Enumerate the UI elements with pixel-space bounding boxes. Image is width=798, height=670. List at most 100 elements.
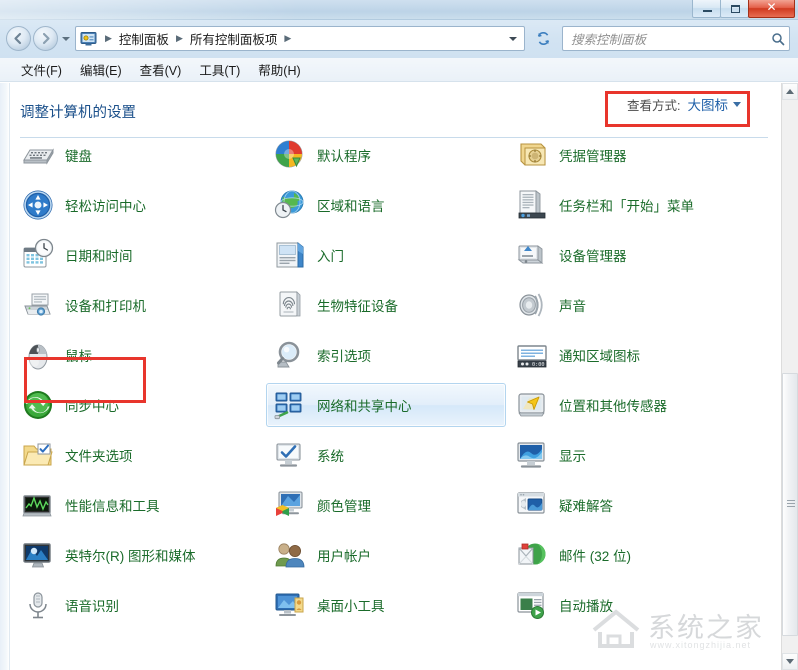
control-panel-item-label: 位置和其他传感器: [559, 399, 667, 414]
control-panel-item-label: 疑难解答: [559, 499, 613, 514]
control-panel-item[interactable]: 0:00 通知区域图标: [508, 333, 768, 377]
control-panel-item[interactable]: 颜色管理: [266, 483, 506, 527]
control-panel-item[interactable]: 自动播放: [508, 583, 768, 627]
control-panel-item[interactable]: 索引选项: [266, 333, 506, 377]
control-panel-item[interactable]: 鼠标: [14, 333, 254, 377]
scroll-up-button[interactable]: [782, 83, 798, 100]
control-panel-item[interactable]: 设备和打印机: [14, 283, 254, 327]
control-panel-item-label: 索引选项: [317, 349, 371, 364]
menu-tools[interactable]: 工具(T): [190, 58, 249, 81]
page-title: 调整计算机的设置: [20, 105, 136, 121]
control-panel-item[interactable]: 网络和共享中心: [266, 383, 506, 427]
control-panel-item-label: 日期和时间: [65, 249, 133, 264]
search-input[interactable]: 搜索控制面板: [571, 29, 771, 48]
autoplay-icon: [515, 588, 549, 622]
menu-edit[interactable]: 编辑(E): [71, 58, 131, 81]
control-panel-item[interactable]: 日期和时间: [14, 233, 254, 277]
breadcrumb-control-panel[interactable]: 控制面板: [117, 29, 171, 48]
maximize-button[interactable]: [720, 0, 749, 18]
scrollbar-thumb[interactable]: [782, 373, 798, 636]
control-panel-item[interactable]: 邮件 (32 位): [508, 533, 768, 577]
control-panel-item[interactable]: 轻松访问中心: [14, 183, 254, 227]
address-dropdown-button[interactable]: [505, 27, 521, 50]
control-panel-item[interactable]: 位置和其他传感器: [508, 383, 768, 427]
vertical-scrollbar[interactable]: [781, 83, 798, 670]
view-by-label: 查看方式:: [627, 98, 681, 113]
display-icon: [515, 438, 549, 472]
search-box[interactable]: 搜索控制面板: [562, 26, 790, 51]
scrollbar-grip: [787, 499, 795, 510]
recent-locations-button[interactable]: [61, 26, 72, 51]
notification-area-icon: 0:00: [515, 338, 549, 372]
control-panel-item-label: 默认程序: [317, 149, 371, 164]
control-panel-item[interactable]: 区域和语言: [266, 183, 506, 227]
control-panel-item[interactable]: 入门: [266, 233, 506, 277]
control-panel-item-label: 生物特征设备: [317, 299, 398, 314]
default-programs-icon: [273, 138, 307, 172]
view-by-value[interactable]: 大图标: [688, 94, 729, 114]
control-panel-item-label: 设备管理器: [559, 249, 627, 264]
control-panel-item-label: 文件夹选项: [65, 449, 133, 464]
minimize-button[interactable]: [692, 0, 721, 18]
control-panel-item[interactable]: 同步中心: [14, 383, 254, 427]
control-panel-item[interactable]: 任务栏和「开始」菜单: [508, 183, 768, 227]
refresh-button[interactable]: [530, 26, 556, 51]
back-arrow-icon: [14, 32, 22, 45]
intel-graphics-icon: [21, 538, 55, 572]
control-panel-item[interactable]: 默认程序: [266, 138, 506, 177]
control-panel-item-label: 语音识别: [65, 599, 119, 614]
desktop-gadgets-icon: [273, 588, 307, 622]
scroll-down-button[interactable]: [782, 653, 798, 670]
left-rail: [0, 83, 10, 670]
sync-center-icon: [21, 388, 55, 422]
control-panel-item-label: 声音: [559, 299, 586, 314]
breadcrumb-separator-2: ▶: [284, 33, 292, 43]
control-panel-item-label: 键盘: [65, 149, 92, 164]
svg-text:0:00: 0:00: [532, 362, 545, 368]
menu-help[interactable]: 帮助(H): [249, 58, 309, 81]
menu-view[interactable]: 查看(V): [131, 58, 191, 81]
chevron-down-icon: [786, 659, 794, 664]
control-panel-item[interactable]: 语音识别: [14, 583, 254, 627]
title-bar-glow: [0, 0, 300, 20]
control-panel-item[interactable]: 系统: [266, 433, 506, 477]
control-panel-item-label: 轻松访问中心: [65, 199, 146, 214]
control-panel-item-label: 显示: [559, 449, 586, 464]
minimize-icon: [703, 10, 712, 12]
back-button[interactable]: [6, 26, 31, 51]
speech-recognition-icon: [21, 588, 55, 622]
region-language-icon: [273, 188, 307, 222]
forward-button[interactable]: [33, 26, 58, 51]
control-panel-item[interactable]: 性能信息和工具: [14, 483, 254, 527]
getting-started-icon: [273, 238, 307, 272]
control-panel-item-label: 英特尔(R) 图形和媒体: [65, 549, 196, 564]
control-panel-item[interactable]: 显示: [508, 433, 768, 477]
control-panel-item[interactable]: 声音: [508, 283, 768, 327]
control-panel-item[interactable]: 键盘: [14, 138, 254, 177]
control-panel-item[interactable]: 凭据管理器: [508, 138, 768, 177]
control-panel-item[interactable]: 文件夹选项: [14, 433, 254, 477]
page-header: 调整计算机的设置 查看方式: 大图标: [10, 83, 798, 138]
close-button[interactable]: ✕: [748, 0, 795, 18]
breadcrumb-all-items[interactable]: 所有控制面板项: [188, 29, 280, 48]
chevron-up-icon: [786, 89, 794, 94]
taskbar-startmenu-icon: [515, 188, 549, 222]
control-panel-item[interactable]: 桌面小工具: [266, 583, 506, 627]
mouse-icon: [21, 338, 55, 372]
date-time-icon: [21, 238, 55, 272]
content-area: 调整计算机的设置 查看方式: 大图标 键盘 轻松访问中心 日期和时间 设备和打印…: [10, 83, 798, 670]
address-bar[interactable]: ▶ 控制面板 ▶ 所有控制面板项 ▶: [75, 26, 525, 51]
control-panel-item-label: 鼠标: [65, 349, 92, 364]
chevron-down-icon: [733, 101, 741, 107]
control-panel-item[interactable]: 设备管理器: [508, 233, 768, 277]
control-panel-item[interactable]: 英特尔(R) 图形和媒体: [14, 533, 254, 577]
control-panel-item[interactable]: 用户帐户: [266, 533, 506, 577]
nav-arrow-group: [6, 26, 72, 51]
close-icon: ✕: [766, 0, 777, 14]
menu-file[interactable]: 文件(F): [12, 58, 71, 81]
view-by-control[interactable]: 查看方式: 大图标: [627, 94, 741, 114]
control-panel-item[interactable]: 生物特征设备: [266, 283, 506, 327]
control-panel-item[interactable]: 疑难解答: [508, 483, 768, 527]
sound-icon: [515, 288, 549, 322]
device-manager-icon: [515, 238, 549, 272]
